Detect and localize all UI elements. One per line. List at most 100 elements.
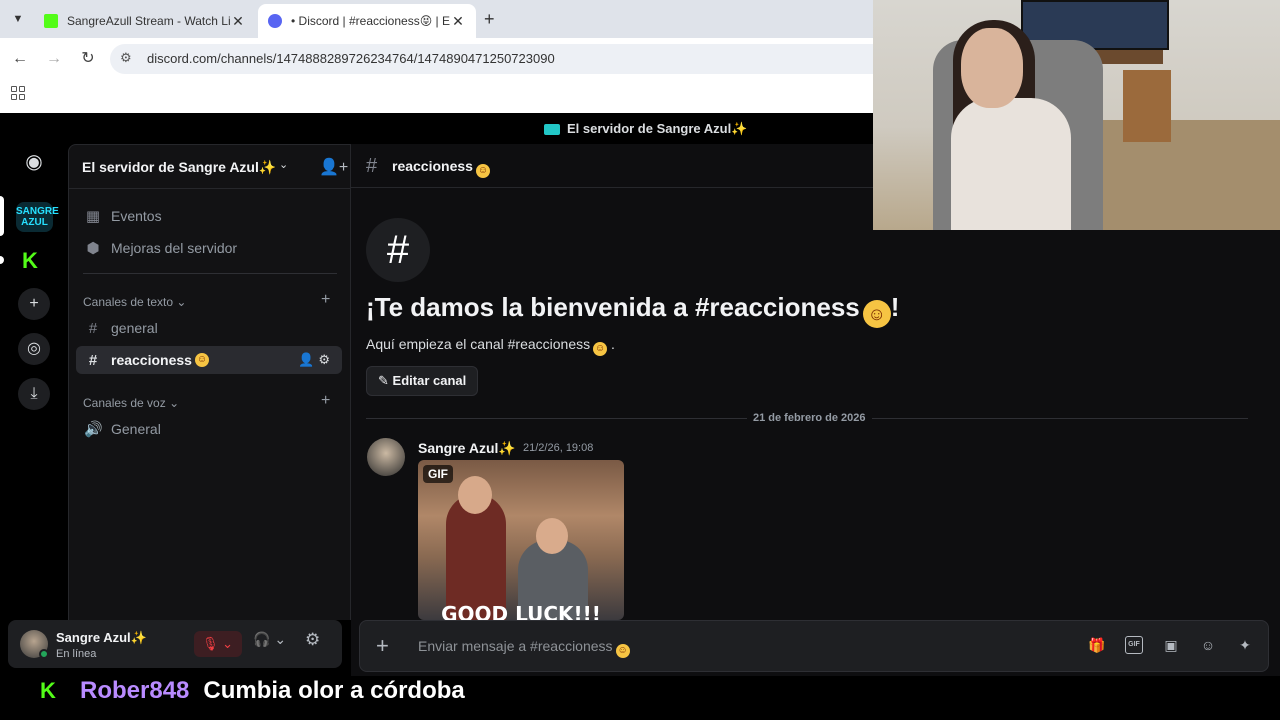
online-status-dot (39, 649, 49, 659)
category-voice-channels[interactable]: Canales de voz ⌄ (83, 396, 179, 410)
user-status: En línea (56, 648, 97, 660)
tab-discord[interactable]: • Discord | #reaccioness😝 | El ✕ (258, 4, 476, 38)
cam-person-body (951, 98, 1071, 230)
create-text-channel-plus-icon[interactable]: + (321, 291, 330, 309)
welcome-title-text: ¡Te damos la bienvenida a #reaccioness (366, 292, 860, 322)
create-voice-channel-plus-icon[interactable]: + (321, 392, 330, 410)
discover-compass-icon[interactable]: ◎ (18, 333, 50, 365)
server-kick[interactable]: K (22, 249, 46, 273)
url-text: discord.com/channels/1474888289726234764… (147, 51, 555, 66)
channel-reaccioness[interactable]: # reaccioness ☺ 👤⚙ (76, 346, 342, 374)
new-tab-plus-icon[interactable]: + (484, 9, 495, 30)
tongue-emoji-icon: ☺ (593, 342, 608, 356)
edit-channel-label: Editar canal (392, 373, 467, 388)
upload-plus-icon[interactable]: + (376, 633, 389, 659)
composer-placeholder: Enviar mensaje a #reaccioness ☺ (418, 638, 630, 658)
tab-title: SangreAzull Stream - Watch Liv (67, 14, 230, 28)
chevron-down-icon[interactable]: ⌄ (222, 636, 233, 651)
download-icon[interactable]: ⤓ (18, 378, 50, 410)
gif-caption: GOOD LUCK!!! (441, 602, 601, 620)
message-author[interactable]: Sangre Azul✨ (418, 440, 516, 457)
back-arrow-icon[interactable]: ← (9, 48, 31, 70)
gif-attachment[interactable]: GIF GOOD LUCK!!! (418, 460, 624, 620)
date-divider-label: 21 de febrero de 2026 (747, 412, 872, 424)
tab-search-chevron-icon[interactable]: ▼ (8, 9, 28, 29)
gif-figure-right-head (536, 518, 568, 554)
category-text-channels[interactable]: Canales de texto ⌄ (83, 295, 186, 309)
tongue-emoji-icon: ☺ (862, 300, 891, 328)
welcome-title-end: ! (890, 292, 900, 322)
message-avatar[interactable] (367, 438, 405, 476)
tongue-emoji-icon: ☺ (194, 353, 209, 367)
invite-user-icon[interactable]: 👤 (298, 352, 318, 367)
server-name: El servidor de Sangre Azul✨ (82, 159, 277, 175)
sidebar-item-label: Eventos (111, 208, 162, 224)
channel-general[interactable]: # general (76, 314, 342, 342)
selected-server-pill (0, 196, 4, 236)
user-settings-gear-icon[interactable]: ⚙ (305, 630, 320, 650)
channel-sidebar: El servidor de Sangre Azul✨ ⌄ 👤+ ▦ Event… (68, 144, 351, 620)
kick-logo-icon: K (40, 678, 56, 703)
mute-microphone-button[interactable]: 🎙 ⌄ (194, 631, 242, 657)
discord-favicon-icon (268, 14, 282, 28)
chevron-down-icon: ⌄ (169, 396, 180, 410)
gif-picker-icon[interactable]: GIF (1125, 636, 1143, 654)
chevron-down-icon[interactable]: ⌄ (279, 158, 288, 171)
boost-shield-icon: ⬢ (86, 240, 100, 257)
forward-arrow-icon[interactable]: → (43, 48, 65, 70)
server-icon (544, 123, 560, 135)
server-sangre-azul[interactable]: SANGRE AZUL (16, 202, 59, 232)
emoji-icon[interactable]: ☺ (1199, 636, 1217, 654)
tab-kick-stream[interactable]: SangreAzull Stream - Watch Liv ✕ (34, 4, 256, 38)
tongue-emoji-icon: ☺ (615, 644, 630, 658)
edit-channel-button[interactable]: ✎ Editar canal (366, 366, 479, 396)
category-label: Canales de voz (83, 396, 166, 410)
channel-label: General (111, 421, 161, 437)
category-label: Canales de texto (83, 295, 174, 309)
chevron-down-icon: ⌄ (176, 295, 187, 309)
channel-title-text: reaccioness (392, 158, 473, 174)
chat-message: Cumbia olor a córdoba (203, 677, 465, 704)
gif-figure-left-head (458, 476, 492, 514)
channel-title: reaccioness ☺ (392, 158, 490, 178)
hash-icon: # (88, 319, 98, 337)
headphones-button[interactable]: 🎧 ⌄ (253, 631, 286, 648)
tab-close-icon[interactable]: ✕ (450, 13, 466, 30)
chevron-down-icon[interactable]: ⌄ (274, 631, 286, 647)
reload-icon[interactable]: ↻ (77, 48, 99, 70)
channel-label: reaccioness (111, 352, 192, 368)
invite-people-icon[interactable]: 👤+ (319, 157, 348, 177)
discord-home-icon[interactable]: ◉ (18, 146, 50, 178)
channel-label: general (111, 320, 158, 336)
cam-shelf (1123, 70, 1171, 142)
welcome-sub-text: Aquí empieza el canal #reaccioness (366, 336, 591, 352)
welcome-sub-end: . (611, 336, 615, 352)
mic-off-icon: 🎙 (202, 636, 219, 651)
apps-icon[interactable]: ✦ (1236, 636, 1254, 654)
sticker-icon[interactable]: ▣ (1162, 636, 1180, 654)
hash-icon: # (88, 351, 98, 369)
channel-tools: 👤⚙ (298, 352, 334, 368)
voice-channel-general[interactable]: 🔊 General (76, 415, 342, 443)
user-panel: Sangre Azul✨ En línea 🎙 ⌄ 🎧 ⌄ ⚙ (8, 620, 342, 668)
sidebar-item-mejoras[interactable]: ⬢ Mejoras del servidor (76, 234, 342, 262)
sidebar-item-eventos[interactable]: ▦ Eventos (76, 202, 342, 230)
divider (83, 273, 337, 274)
composer-placeholder-text: Enviar mensaje a #reaccioness (418, 638, 613, 654)
title-server-label: El servidor de Sangre Azul✨ (544, 121, 747, 137)
url-field[interactable]: ⚙ discord.com/channels/14748882897262347… (110, 44, 880, 74)
site-info-icon[interactable]: ⚙ (120, 50, 132, 66)
add-server-icon[interactable]: + (18, 288, 50, 320)
tab-close-icon[interactable]: ✕ (230, 13, 246, 30)
server-header[interactable]: El servidor de Sangre Azul✨ ⌄ 👤+ (69, 145, 351, 189)
kick-favicon-icon (44, 14, 58, 28)
user-name: Sangre Azul✨ (56, 630, 147, 645)
message-composer[interactable]: + Enviar mensaje a #reaccioness ☺ 🎁 GIF ▣… (359, 620, 1269, 672)
sidebar-item-label: Mejoras del servidor (111, 240, 238, 256)
gif-badge: GIF (423, 465, 453, 483)
apps-grid-icon[interactable] (11, 86, 25, 100)
screen: { "browser": { "tabs": [ {"title": "Sang… (0, 0, 1280, 720)
gift-icon[interactable]: 🎁 (1088, 636, 1106, 654)
gear-icon[interactable]: ⚙ (318, 352, 334, 367)
tongue-emoji-icon: ☺ (475, 164, 490, 178)
